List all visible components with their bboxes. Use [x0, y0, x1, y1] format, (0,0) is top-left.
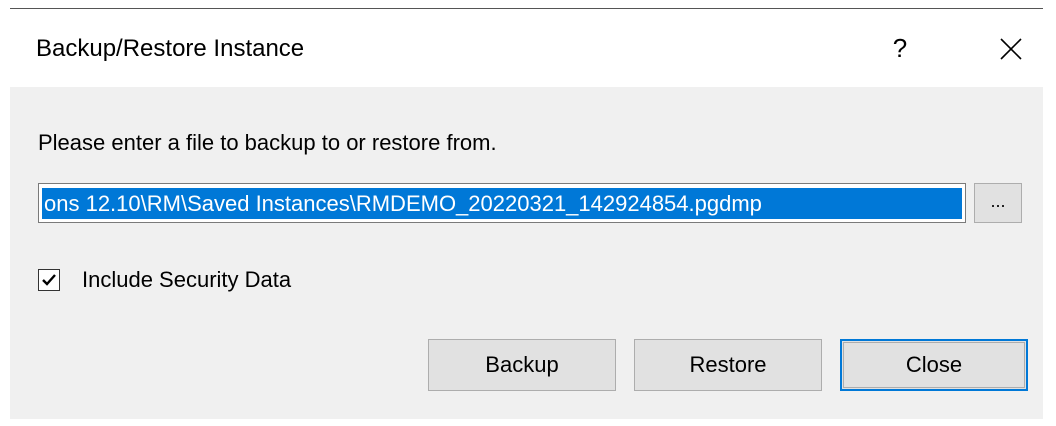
instruction-text: Please enter a file to backup to or rest…	[38, 130, 497, 155]
close-window-button[interactable]	[982, 23, 1038, 73]
close-button[interactable]: Close	[840, 339, 1028, 391]
help-button[interactable]: ?	[872, 23, 928, 73]
include-security-checkbox[interactable]	[38, 269, 60, 291]
include-security-label[interactable]: Include Security Data	[82, 267, 291, 293]
file-path-value: ons 12.10\RM\Saved Instances\RMDEMO_2022…	[42, 188, 962, 219]
checkmark-icon	[42, 274, 56, 286]
restore-button[interactable]: Restore	[634, 339, 822, 391]
title-bar: Backup/Restore Instance ?	[10, 9, 1043, 87]
backup-restore-dialog: Backup/Restore Instance ? Please enter a…	[10, 8, 1043, 419]
browse-button[interactable]: ...	[974, 183, 1022, 223]
backup-button[interactable]: Backup	[428, 339, 616, 391]
close-button-label: Close	[905, 352, 963, 377]
window-title: Backup/Restore Instance	[36, 35, 305, 62]
close-icon	[1000, 38, 1022, 60]
file-path-input[interactable]: ons 12.10\RM\Saved Instances\RMDEMO_2022…	[38, 183, 966, 223]
